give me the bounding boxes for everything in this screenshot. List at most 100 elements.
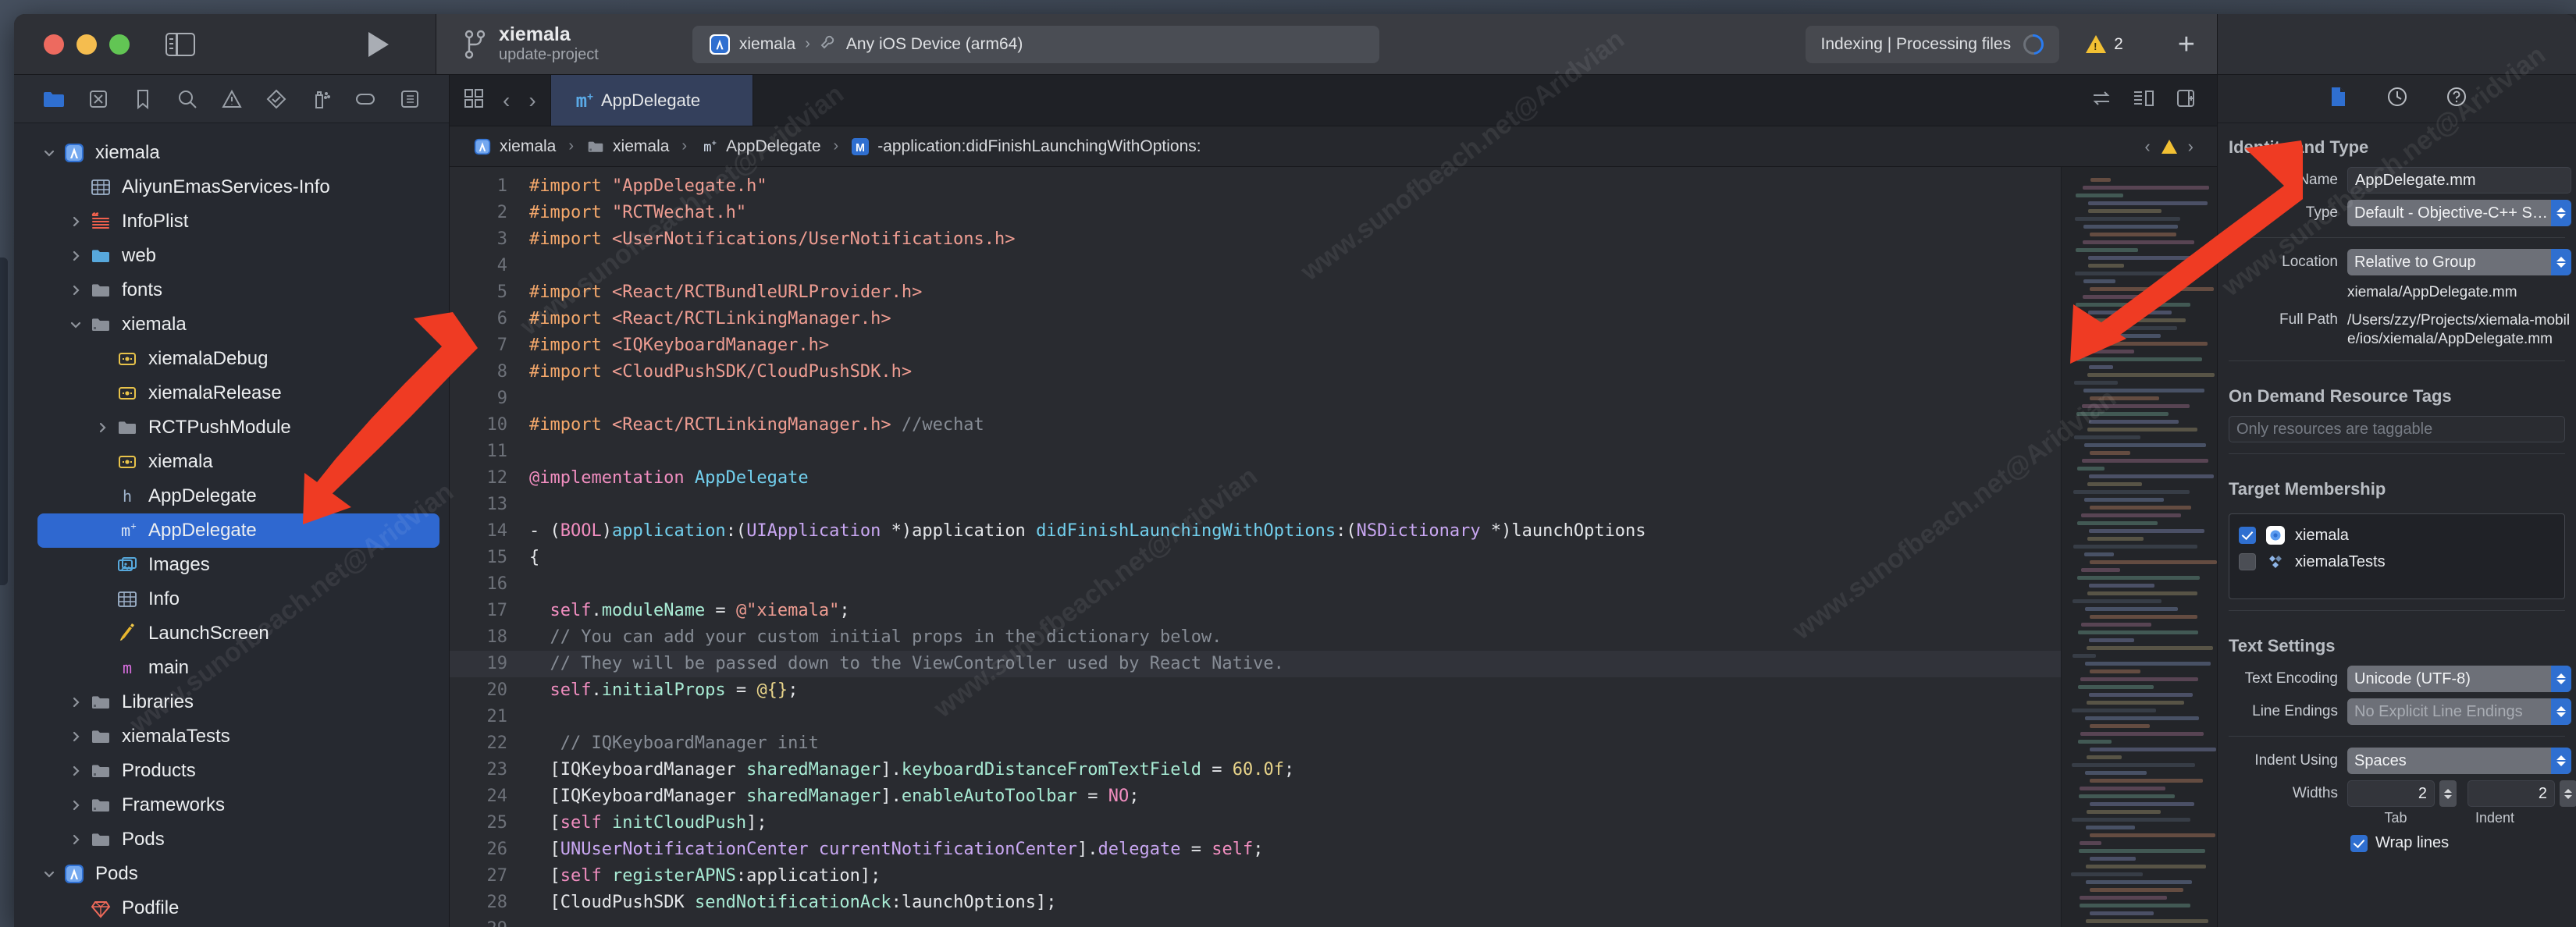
indent-using-popup[interactable]: Spaces <box>2347 748 2571 775</box>
code-line-1[interactable]: 1 #import "AppDelegate.h" <box>450 173 2061 200</box>
next-issue-icon[interactable]: › <box>2188 137 2194 155</box>
nav-tab-tests[interactable] <box>254 75 298 123</box>
nav-tab-breakpoints[interactable] <box>343 75 387 123</box>
nav-tab-bookmarks[interactable] <box>120 75 165 123</box>
code-line-29[interactable]: 29 <box>450 916 2061 927</box>
code-line-5[interactable]: 5 #import <React/RCTBundleURLProvider.h> <box>450 279 2061 306</box>
code-line-13[interactable]: 13 <box>450 492 2061 518</box>
minimap-toggle-icon[interactable] <box>2133 88 2154 112</box>
chevron-right-icon[interactable] <box>64 696 87 709</box>
tab-width-stepper-icon[interactable] <box>2439 780 2457 808</box>
breadcrumb-right-controls[interactable]: ‹ › <box>2144 137 2194 155</box>
tab-width-input[interactable]: 2 <box>2347 780 2435 808</box>
code-line-20[interactable]: 20 self.initialProps = @{}; <box>450 677 2061 704</box>
chevron-right-icon[interactable] <box>91 421 114 434</box>
target-membership-row[interactable]: xiemalaTests <box>2239 549 2555 575</box>
scheme-name[interactable]: xiemala <box>739 35 795 54</box>
line-endings-popup[interactable]: No Explicit Line Endings <box>2347 698 2571 726</box>
tree-row-products[interactable]: Products <box>14 754 449 788</box>
code-line-27[interactable]: 27 [self registerAPNS:application]; <box>450 863 2061 890</box>
tree-row-infoplist[interactable]: InfoPlist <box>14 204 449 239</box>
tree-row-podfile[interactable]: Podfile <box>14 891 449 925</box>
code-line-17[interactable]: 17 self.moduleName = @"xiemala"; <box>450 598 2061 624</box>
editor-tab-appdelegate[interactable]: m+ AppDelegate <box>550 75 753 126</box>
indent-width-stepper-icon[interactable] <box>2560 780 2576 808</box>
tree-row-aliyunemasservices-info[interactable]: AliyunEmasServices-Info <box>14 170 449 204</box>
line-endings-stepper-icon[interactable] <box>2551 698 2571 726</box>
code-line-12[interactable]: 12 @implementation AppDelegate <box>450 465 2061 492</box>
chevron-right-icon[interactable] <box>64 765 87 777</box>
text-encoding-stepper-icon[interactable] <box>2551 666 2571 693</box>
nav-tab-reports[interactable] <box>387 75 432 123</box>
code-line-23[interactable]: 23 [IQKeyboardManager sharedManager].key… <box>450 757 2061 783</box>
navigator-tabbar[interactable] <box>14 75 449 123</box>
code-line-22[interactable]: 22 // IQKeyboardManager init <box>450 730 2061 757</box>
tree-row-fonts[interactable]: fonts <box>14 273 449 307</box>
zoom-button[interactable] <box>109 34 130 55</box>
target-checkbox-xiemala[interactable] <box>2239 527 2256 545</box>
nav-tab-source-control[interactable] <box>76 75 120 123</box>
target-checkbox-xiemalatests[interactable] <box>2239 553 2256 571</box>
add-editor-button[interactable]: + <box>2178 30 2195 59</box>
text-encoding-popup[interactable]: Unicode (UTF-8) <box>2347 666 2571 693</box>
code-line-21[interactable]: 21 <box>450 704 2061 730</box>
code-line-6[interactable]: 6 #import <React/RCTLinkingManager.h> <box>450 306 2061 332</box>
tree-row-xiemalatests[interactable]: xiemalaTests <box>14 719 449 754</box>
code-line-7[interactable]: 7 #import <IQKeyboardManager.h> <box>450 332 2061 359</box>
chevron-right-icon[interactable] <box>64 215 87 228</box>
chevron-down-icon[interactable] <box>37 147 61 159</box>
breadcrumb-item-3[interactable]: M -application:didFinishLaunchingWithOpti… <box>851 137 1201 156</box>
code-line-10[interactable]: 10 #import <React/RCTLinkingManager.h> //… <box>450 412 2061 439</box>
target-membership-list[interactable]: xiemala xiemalaTests <box>2229 513 2565 600</box>
code-line-2[interactable]: 2 #import "RCTWechat.h" <box>450 200 2061 226</box>
tree-row-appdelegate[interactable]: h AppDelegate <box>14 479 449 513</box>
location-popup-button[interactable]: Relative to Group <box>2347 249 2571 275</box>
tab-grid-icon[interactable] <box>464 88 484 112</box>
tree-row-pods[interactable]: Pods <box>14 857 449 891</box>
code-line-16[interactable]: 16 <box>450 571 2061 598</box>
chevron-down-icon[interactable] <box>37 868 61 880</box>
sidebar-toggle-icon[interactable] <box>165 32 195 56</box>
warning-indicator[interactable]: 2 <box>2086 35 2123 54</box>
window-controls[interactable] <box>44 34 130 55</box>
history-inspector-tab[interactable] <box>2386 86 2408 112</box>
nav-tab-debug[interactable] <box>298 75 343 123</box>
tree-row-pods[interactable]: Pods <box>14 822 449 857</box>
source-code[interactable]: 1 #import "AppDelegate.h" 2 #import "RCTWe… <box>450 167 2061 927</box>
editor-breadcrumb-bar[interactable]: xiemala › xiemala › m + AppDelegate › M -applicat… <box>450 126 2217 167</box>
target-membership-row[interactable]: xiemala <box>2239 522 2555 549</box>
breadcrumb-item-0[interactable]: xiemala <box>473 137 556 156</box>
tree-row-info[interactable]: Info <box>14 582 449 616</box>
scheme-destination-selector[interactable]: xiemala › Any iOS Device (arm64) <box>692 25 1379 63</box>
editor-tabbar-left-controls[interactable]: ‹ › <box>450 75 550 126</box>
code-line-4[interactable]: 4 <box>450 253 2061 279</box>
code-line-14[interactable]: 14- (BOOL)application:(UIApplication *)a… <box>450 518 2061 545</box>
swap-editors-icon[interactable] <box>2090 88 2112 112</box>
type-stepper-icon[interactable] <box>2551 200 2571 226</box>
minimize-button[interactable] <box>76 34 97 55</box>
code-line-15[interactable]: 15 { <box>450 545 2061 571</box>
navigate-back-icon[interactable]: ‹ <box>503 89 510 112</box>
tree-row-xiemala[interactable]: xiemala <box>14 136 449 170</box>
tree-row-launchscreen[interactable]: LaunchScreen <box>14 616 449 651</box>
code-minimap[interactable] <box>2061 167 2217 927</box>
quick-help-inspector-tab[interactable] <box>2446 86 2467 112</box>
nav-tab-find[interactable] <box>165 75 209 123</box>
chevron-right-icon[interactable] <box>64 730 87 743</box>
nav-tab-project-navigator[interactable] <box>31 75 76 123</box>
chevron-right-icon[interactable] <box>64 799 87 812</box>
code-line-28[interactable]: 28 [CloudPushSDK sendNotificationAck:lau… <box>450 890 2061 916</box>
inspector-toggle-icon[interactable] <box>2175 88 2197 112</box>
tree-row-images[interactable]: Images <box>14 548 449 582</box>
odr-tags-input[interactable]: Only resources are taggable <box>2229 416 2565 443</box>
breadcrumb-item-2[interactable]: m + AppDelegate <box>699 137 820 156</box>
navigate-forward-icon[interactable]: › <box>528 89 535 112</box>
wrap-lines-checkbox[interactable] <box>2350 834 2368 852</box>
nav-tab-issues[interactable] <box>209 75 254 123</box>
chevron-right-icon[interactable] <box>64 284 87 297</box>
tree-row-main[interactable]: m main <box>14 651 449 685</box>
destination-name[interactable]: Any iOS Device (arm64) <box>846 35 1023 54</box>
close-button[interactable] <box>44 34 64 55</box>
tree-row-libraries[interactable]: Libraries <box>14 685 449 719</box>
code-editor[interactable]: 1 #import "AppDelegate.h" 2 #import "RCTWe… <box>450 167 2217 927</box>
